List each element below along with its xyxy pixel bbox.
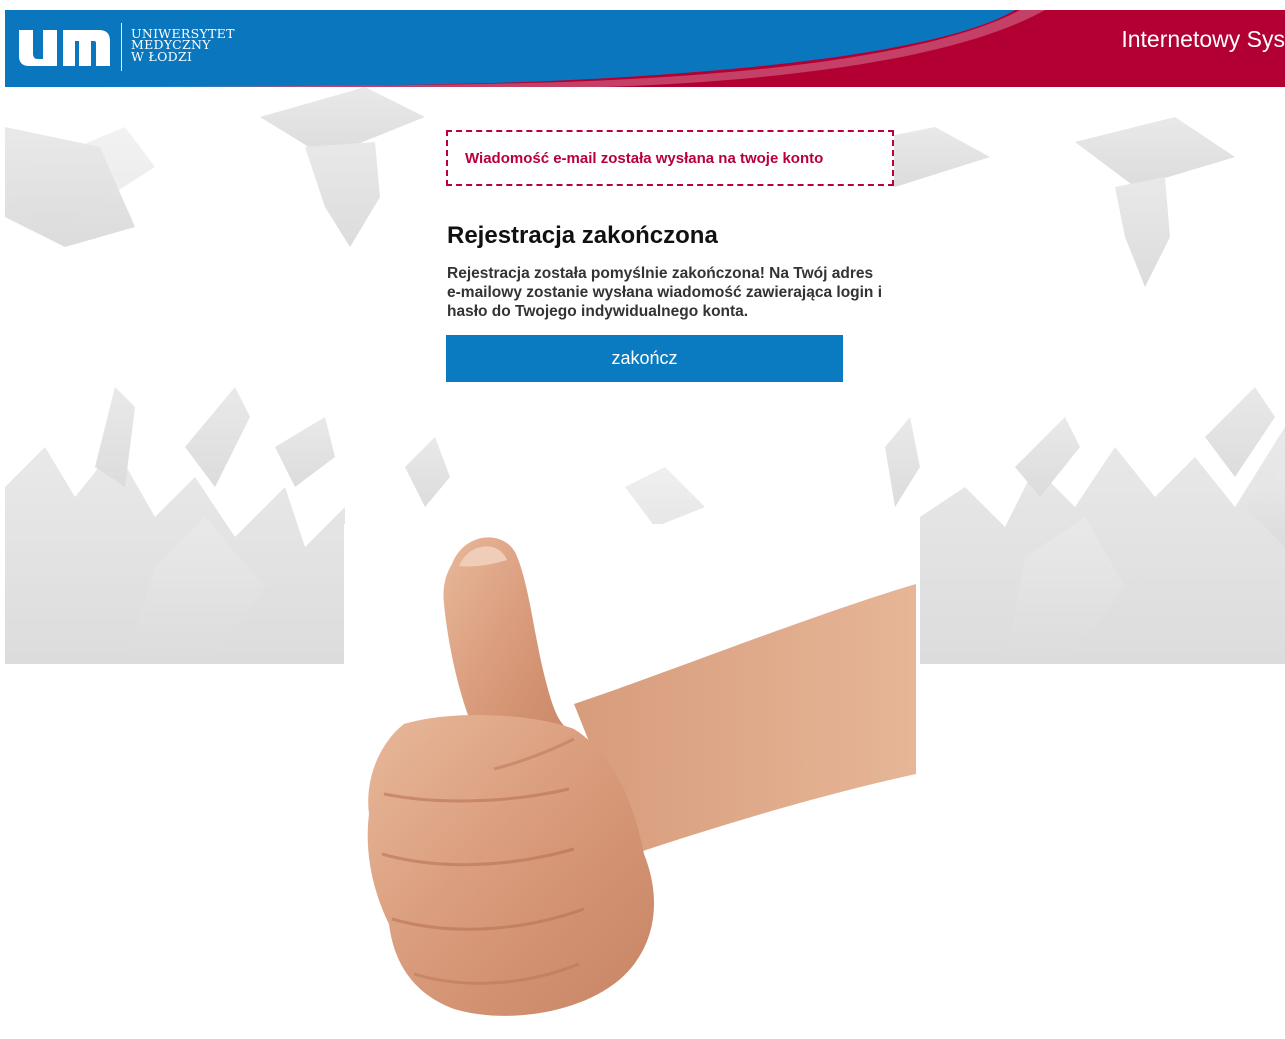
page: UNIWERSYTET MEDYCZNY W ŁODZI Internetowy…	[0, 0, 1285, 1039]
page-title: Rejestracja zakończona	[447, 222, 718, 249]
message-line-2: e-mailowy zostanie wysłana wiadomość zaw…	[447, 284, 883, 301]
logo-line-3: W ŁODZI	[131, 48, 193, 64]
logo-divider	[121, 23, 122, 71]
university-logo[interactable]: UNIWERSYTET MEDYCZNY W ŁODZI	[17, 21, 235, 73]
message-line-3: hasło do Twojego indywidualnego konta.	[447, 303, 749, 320]
registration-message: Rejestracja została pomyślnie zakończona…	[447, 264, 942, 321]
system-title: Internetowy Sys	[1121, 26, 1285, 52]
finish-button[interactable]: zakończ	[446, 335, 843, 382]
registration-panel: Wiadomość e-mail została wysłana na twoj…	[446, 130, 946, 382]
thumbs-up-icon	[367, 537, 916, 1016]
logo-wordmark: UNIWERSYTET MEDYCZNY W ŁODZI	[131, 27, 235, 64]
message-line-1: Rejestracja została pomyślnie zakończona…	[447, 265, 874, 282]
email-sent-alert: Wiadomość e-mail została wysłana na twoj…	[446, 130, 894, 186]
um-logo-icon	[19, 30, 110, 66]
header-banner: UNIWERSYTET MEDYCZNY W ŁODZI Internetowy…	[5, 10, 1285, 87]
thumbs-up-image	[344, 524, 916, 1039]
